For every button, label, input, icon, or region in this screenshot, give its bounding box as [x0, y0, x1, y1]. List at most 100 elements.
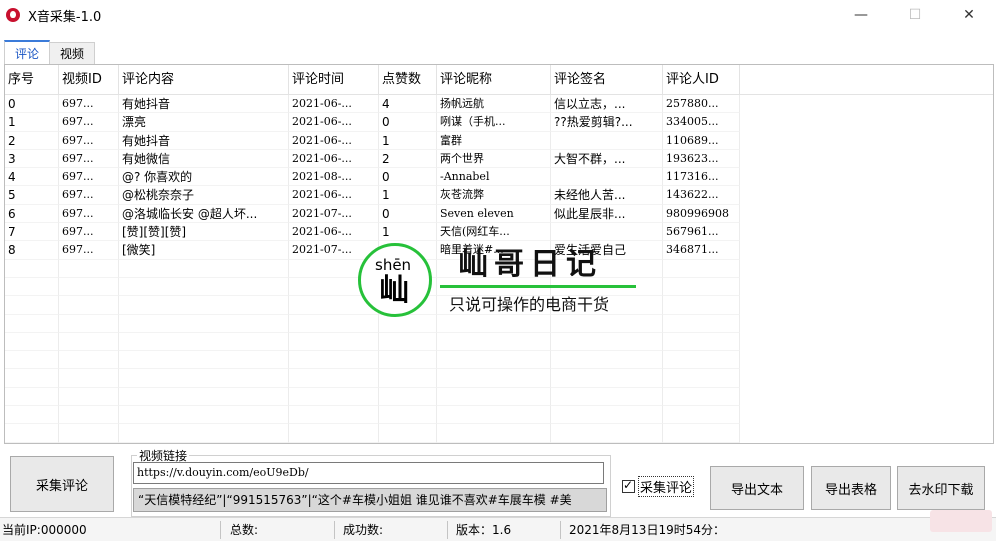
collect-comments-checkbox[interactable]: 采集评论: [622, 476, 695, 497]
table-cell: ??热爱剪辑?...: [551, 113, 663, 132]
table-cell: 2021-06-...: [289, 149, 379, 169]
table-row: [5, 369, 993, 388]
table-cell: 大智不群，...: [551, 149, 663, 169]
table-cell: 334005...: [663, 113, 740, 132]
table-cell: 1: [379, 131, 437, 150]
status-success: 成功数:: [343, 523, 384, 537]
table-cell: [663, 387, 740, 407]
table-cell: [551, 168, 663, 187]
table-cell: [379, 296, 437, 315]
table-cell: 0: [379, 241, 437, 260]
table-cell: 信以立志，...: [551, 95, 663, 114]
minimize-button[interactable]: —: [834, 0, 888, 30]
tab-comments[interactable]: 评论: [4, 40, 51, 64]
table-cell: [59, 351, 119, 370]
table-cell: [119, 314, 289, 333]
table-cell: [379, 424, 437, 443]
table-row[interactable]: 5 697... @松桃奈奈子 2021-06-... 1 灰苍流弊 未经他人苦... 143…: [5, 186, 993, 205]
table-cell: [379, 387, 437, 407]
table-cell: 灰苍流弊: [437, 186, 551, 205]
table-row[interactable]: 2 697... 有她抖音 2021-06-... 1 富群 110689...: [5, 131, 993, 150]
column-header[interactable]: 评论签名: [551, 65, 663, 95]
table-cell: [289, 351, 379, 370]
maximize-button[interactable]: ☐: [888, 0, 942, 30]
status-total: 总数:: [230, 523, 259, 537]
table-cell: [551, 259, 663, 278]
column-header[interactable]: 评论时间: [289, 65, 379, 95]
table-cell: -Annabel: [437, 168, 551, 187]
table-cell: 2021-06-...: [289, 113, 379, 132]
table-cell: 4: [5, 168, 59, 187]
table-cell: [551, 314, 663, 333]
table-cell: [5, 277, 59, 297]
table-row[interactable]: 8 697... [微笑] 2021-07-... 0 暗里着迷#... 爱生活爱自己 346…: [5, 241, 993, 260]
table-cell: [119, 332, 289, 352]
window-title: X音采集-1.0: [28, 9, 102, 25]
table-cell: 1: [379, 223, 437, 242]
status-separator: [560, 521, 561, 539]
table-row: [5, 387, 993, 407]
table-cell: [437, 259, 551, 278]
status-separator: [334, 521, 335, 539]
title-bar: X音采集-1.0 — ☐ ✕: [0, 0, 996, 30]
status-bar: 当前IP:000000 总数: 成功数: 版本：1.6 2021年8月13日19…: [0, 517, 996, 541]
table-cell: 346871...: [663, 241, 740, 260]
table-cell: @洛城临长安 @超人坏...: [119, 204, 289, 224]
table-cell: [437, 406, 551, 425]
table-cell: [赞][赞][赞]: [119, 223, 289, 242]
column-header[interactable]: 评论人ID: [663, 65, 740, 95]
table-cell: 7: [5, 223, 59, 242]
table-cell: @? 你喜欢的: [119, 168, 289, 187]
checkbox-check-icon[interactable]: [622, 478, 635, 493]
column-header[interactable]: 视频ID: [59, 65, 119, 95]
table-cell: @松桃奈奈子: [119, 186, 289, 205]
table-cell: 6: [5, 204, 59, 224]
table-cell: [5, 424, 59, 443]
export-text-button[interactable]: 导出文本: [710, 466, 804, 510]
video-description-field: “天信模特经纪”|“991515763”|“这个#车模小姐姐 谁见谁不喜欢#车展…: [133, 488, 607, 512]
table-cell: [379, 259, 437, 278]
column-header[interactable]: 评论内容: [119, 65, 289, 95]
table-cell: [663, 332, 740, 352]
table-cell: [437, 369, 551, 388]
table-cell: [551, 351, 663, 370]
table-cell: [551, 131, 663, 150]
table-cell: 0: [379, 168, 437, 187]
close-button[interactable]: ✕: [942, 0, 996, 30]
table-row[interactable]: 7 697... [赞][赞][赞] 2021-06-... 1 天信(网红车... 567…: [5, 223, 993, 242]
table-cell: 2021-06-...: [289, 131, 379, 150]
table-cell: 漂亮: [119, 113, 289, 132]
table-cell: [663, 351, 740, 370]
table-cell: 2021-06-...: [289, 95, 379, 114]
table-cell: [379, 369, 437, 388]
table-row[interactable]: 0 697... 有她抖音 2021-06-... 4 扬帆远航 信以立志，... 25788…: [5, 95, 993, 114]
table-cell: [5, 259, 59, 278]
table-cell: [379, 314, 437, 333]
comments-grid[interactable]: 序号 视频ID 评论内容 评论时间 点赞数 评论昵称 评论签名 评论人ID 0 697... 有她…: [4, 64, 994, 444]
table-row: [5, 277, 993, 297]
table-cell: 143622...: [663, 186, 740, 205]
table-cell: [551, 223, 663, 242]
table-row[interactable]: 6 697... @洛城临长安 @超人坏... 2021-07-... 0 Seven e…: [5, 204, 993, 224]
table-cell: 爱生活爱自己: [551, 241, 663, 260]
download-no-watermark-button[interactable]: 去水印下载: [897, 466, 985, 510]
export-table-button[interactable]: 导出表格: [811, 466, 891, 510]
table-cell: [379, 277, 437, 297]
status-datetime: 2021年8月13日19时54分：: [569, 523, 725, 537]
grid-body: 0 697... 有她抖音 2021-06-... 4 扬帆远航 信以立志，... 25788…: [5, 95, 993, 443]
table-cell: 110689...: [663, 131, 740, 150]
column-header[interactable]: 点赞数: [379, 65, 437, 95]
table-row[interactable]: 4 697... @? 你喜欢的 2021-08-... 0 -Annabel 117316…: [5, 168, 993, 187]
video-link-input[interactable]: https://v.douyin.com/eoU9eDb/: [133, 462, 604, 484]
column-header[interactable]: 评论昵称: [437, 65, 551, 95]
table-cell: 697...: [59, 223, 119, 242]
tab-videos[interactable]: 视频: [49, 42, 96, 64]
table-cell: 567961...: [663, 223, 740, 242]
table-row: [5, 406, 993, 425]
table-cell: 咧谋（手机...: [437, 113, 551, 132]
table-row[interactable]: 1 697... 漂亮 2021-06-... 0 咧谋（手机... ??热爱剪辑?... 3…: [5, 113, 993, 132]
table-row[interactable]: 3 697... 有她微信 2021-06-... 2 两个世界 大智不群，... 19362…: [5, 149, 993, 169]
collect-comments-button[interactable]: 采集评论: [10, 456, 114, 512]
column-header[interactable]: 序号: [5, 65, 59, 95]
table-cell: [119, 259, 289, 278]
